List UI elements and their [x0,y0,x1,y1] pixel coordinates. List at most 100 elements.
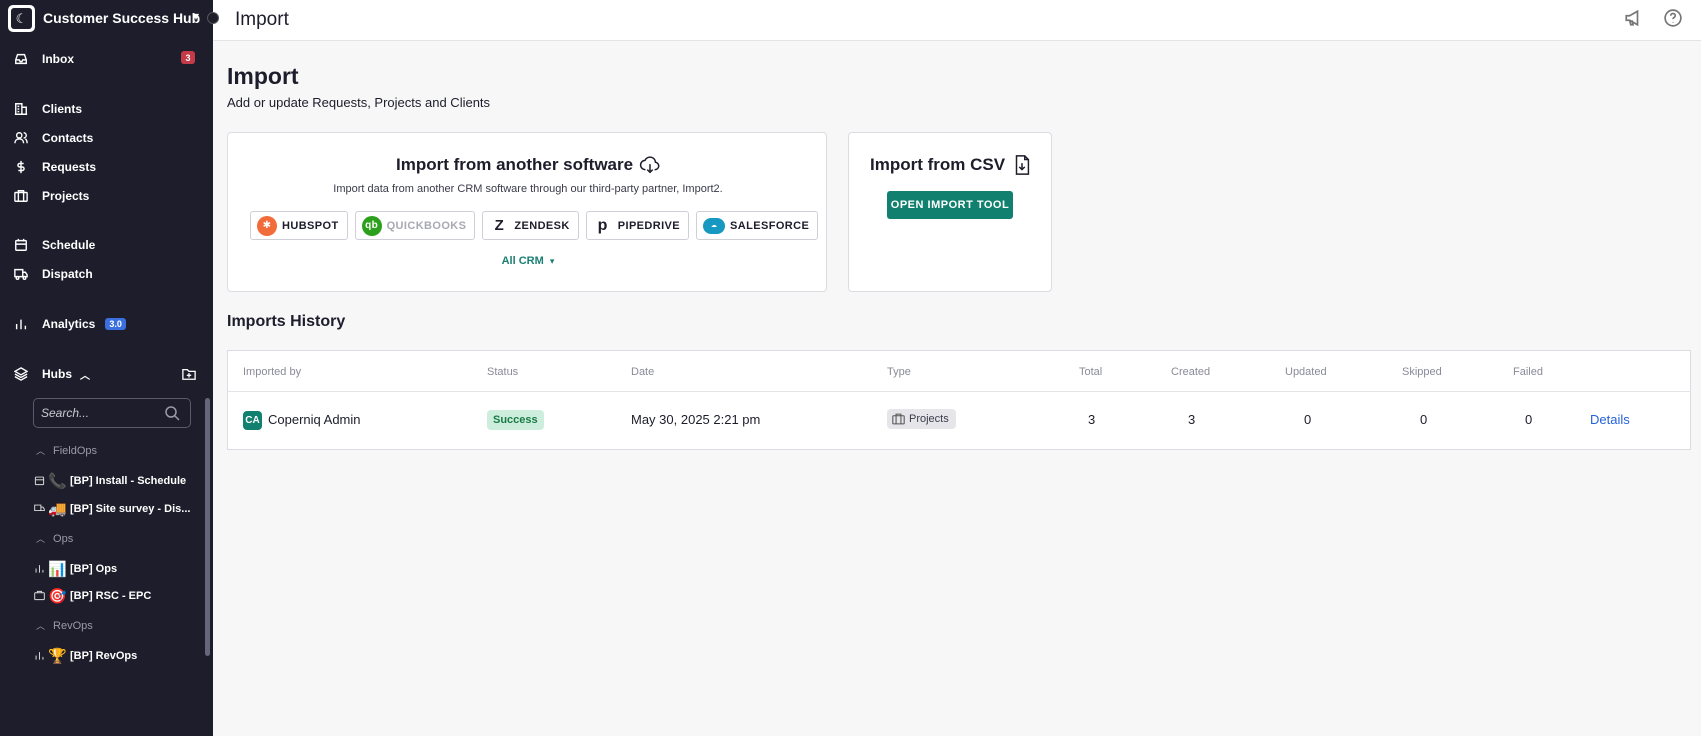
sidebar-item-projects[interactable]: Projects [12,185,89,207]
chevron-up-icon: ︿ [36,621,46,631]
workspace-switcher[interactable]: ☾ Customer Success Hub ▾ [0,0,213,37]
hub-item[interactable]: 📞 [BP] Install - Schedule [34,470,194,492]
column-header: Created [1171,366,1211,378]
hub-item-label: [BP] RSC - EPC [70,590,152,602]
sidebar-scrollbar[interactable] [205,398,210,656]
column-header: Total [1079,366,1103,378]
hub-item[interactable]: 🏆 [BP] RevOps [34,645,194,667]
status-badge: Success [487,410,544,430]
crm-hubspot-button[interactable]: ✱ HUBSPOT [250,211,348,240]
sidebar-item-analytics[interactable]: Analytics 3.0 [12,313,126,335]
details-link[interactable]: Details [1590,412,1630,427]
hub-group-ops[interactable]: ︿ Ops [36,532,73,545]
sidebar-item-label: Hubs [42,367,72,381]
hub-group-fieldops[interactable]: ︿ FieldOps [36,444,97,457]
skipped-cell: 0 [1420,412,1428,427]
salesforce-logo-icon: ☁ [703,217,726,234]
crm-label: HUBSPOT [282,219,339,232]
layers-icon [12,365,30,383]
sidebar-item-label: Contacts [42,131,94,145]
quickbooks-logo-icon: qb [361,215,382,236]
analytics-version-badge: 3.0 [105,318,126,330]
hub-item-label: [BP] RevOps [70,650,138,662]
workspace-name: Customer Success Hub [43,10,201,26]
app-logo: ☾ [8,5,35,32]
hub-item-label: [BP] Site survey - Dis... [70,503,191,515]
hub-group-revops[interactable]: ︿ RevOps [36,619,93,632]
megaphone-icon[interactable] [1624,9,1644,29]
open-import-tool-button[interactable]: OPEN IMPORT TOOL [887,191,1013,219]
calendar-icon [34,475,46,487]
crm-pipedrive-button[interactable]: p PIPEDRIVE [585,211,690,240]
hub-item-label: [BP] Ops [70,563,118,575]
software-card-title-text: Import from another software [396,155,634,174]
file-download-icon [1015,155,1030,175]
top-bar: Import [213,0,1701,41]
page-title: Import [227,63,299,89]
sidebar-item-requests[interactable]: Requests [12,156,96,178]
total-cell: 3 [1088,412,1096,427]
users-icon [12,129,30,147]
created-cell: 3 [1188,412,1196,427]
imported-by-cell: Coperniq Admin [268,412,361,427]
inbox-count-badge: 3 [181,51,195,64]
column-header: Date [631,366,655,378]
csv-card-title-text: Import from CSV [870,155,1006,174]
crm-zendesk-button[interactable]: Z ZENDESK [482,211,579,240]
hub-item[interactable]: 🚚 [BP] Site survey - Dis... [34,498,194,520]
bar-chart-icon [12,315,30,333]
crm-quickbooks-button[interactable]: qb QUICKBOOKS [354,211,476,240]
sidebar-item-contacts[interactable]: Contacts [12,127,93,149]
all-crm-link[interactable]: All CRM ▾ [228,255,828,267]
sidebar-item-clients[interactable]: Clients [12,98,82,120]
cloud-download-icon [639,156,660,174]
bar-chart-icon [34,563,46,575]
hub-item[interactable]: 🎯 [BP] RSC - EPC [34,585,194,607]
avatar: CA [243,411,262,430]
sidebar-item-dispatch[interactable]: Dispatch [12,263,93,285]
type-label: Projects [909,413,949,425]
hub-group-label: FieldOps [53,444,98,457]
crm-options: ✱ HUBSPOT qb QUICKBOOKS Z ZENDESK p PIPE… [250,211,819,240]
import-from-csv-card: Import from CSV OPEN IMPORT TOOL [848,132,1052,292]
table-row[interactable]: CA Coperniq Admin Success May 30, 2025 2… [228,392,1690,449]
sidebar-item-schedule[interactable]: Schedule [12,234,95,256]
sidebar-item-label: Dispatch [42,267,93,281]
sidebar-item-inbox[interactable]: Inbox [12,48,74,70]
sidebar-item-hubs[interactable]: Hubs ︿ [12,363,90,385]
sidebar-item-label: Inbox [42,52,74,66]
crm-label: SALESFORCE [730,219,810,232]
import-from-software-card: Import from another software Import data… [227,132,827,292]
page-subtitle: Add or update Requests, Projects and Cli… [227,95,491,110]
search-icon[interactable] [164,405,180,421]
hub-item[interactable]: 📊 [BP] Ops [34,558,194,580]
chevron-up-icon[interactable]: ︿ [80,367,90,382]
trophy-emoji-icon: 🏆 [48,648,67,665]
crm-label: QUICKBOOKS [386,219,467,232]
sidebar-collapse-button[interactable] [207,12,219,24]
chart-emoji-icon: 📊 [48,561,67,578]
briefcase-icon [892,413,905,425]
add-folder-icon[interactable] [182,367,198,383]
chevron-up-icon: ︿ [36,534,46,544]
type-badge: Projects [887,409,956,429]
hubspot-logo-icon: ✱ [257,215,277,236]
sidebar-item-label: Projects [42,189,90,203]
crm-label: PIPEDRIVE [617,219,681,232]
truck-emoji-icon: 🚚 [48,501,67,518]
column-header: Skipped [1402,366,1442,378]
column-header: Failed [1513,366,1543,378]
chevron-down-icon[interactable]: ▾ [193,9,199,23]
chevron-up-icon: ︿ [36,446,46,456]
imports-history-title: Imports History [227,313,346,330]
dollar-icon [12,158,30,176]
bar-chart-icon [34,650,46,662]
column-header: Status [487,366,519,378]
target-emoji-icon: 🎯 [48,588,67,605]
building-icon [12,100,30,118]
crm-salesforce-button[interactable]: ☁ SALESFORCE [696,211,819,240]
help-icon[interactable] [1664,9,1684,29]
crm-label: ZENDESK [514,219,570,232]
sidebar-item-label: Schedule [42,238,96,252]
hub-group-label: RevOps [53,619,93,632]
